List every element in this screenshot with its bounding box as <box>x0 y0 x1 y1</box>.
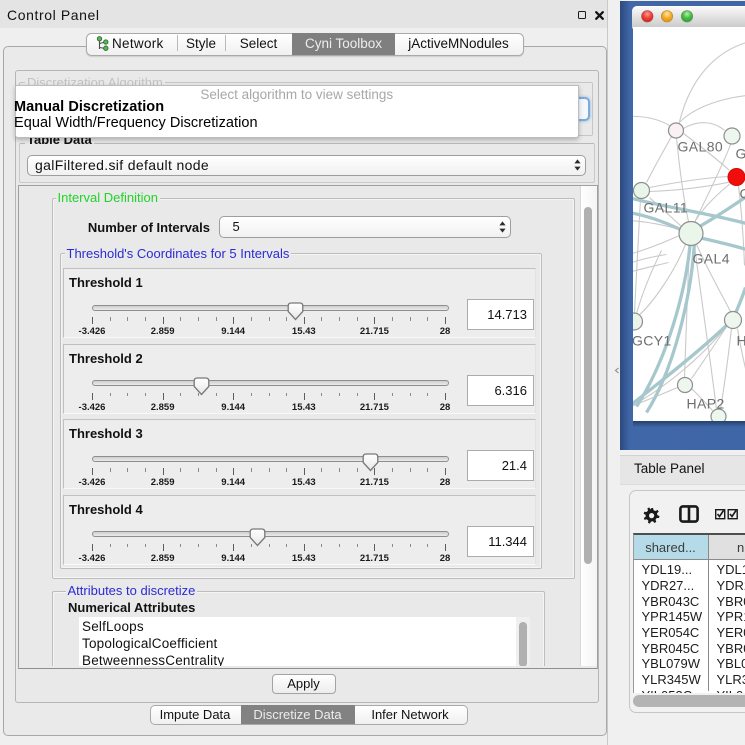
svg-text:GA: GA <box>735 145 745 161</box>
svg-text:GCY1: GCY1 <box>633 332 672 348</box>
svg-text:H: H <box>736 332 745 348</box>
svg-text:GAL80: GAL80 <box>677 138 723 154</box>
svg-text:HAP2: HAP2 <box>686 395 724 411</box>
svg-text:C: C <box>739 185 745 201</box>
svg-text:GAL4: GAL4 <box>692 250 729 266</box>
svg-text:GAL11: GAL11 <box>643 199 688 215</box>
